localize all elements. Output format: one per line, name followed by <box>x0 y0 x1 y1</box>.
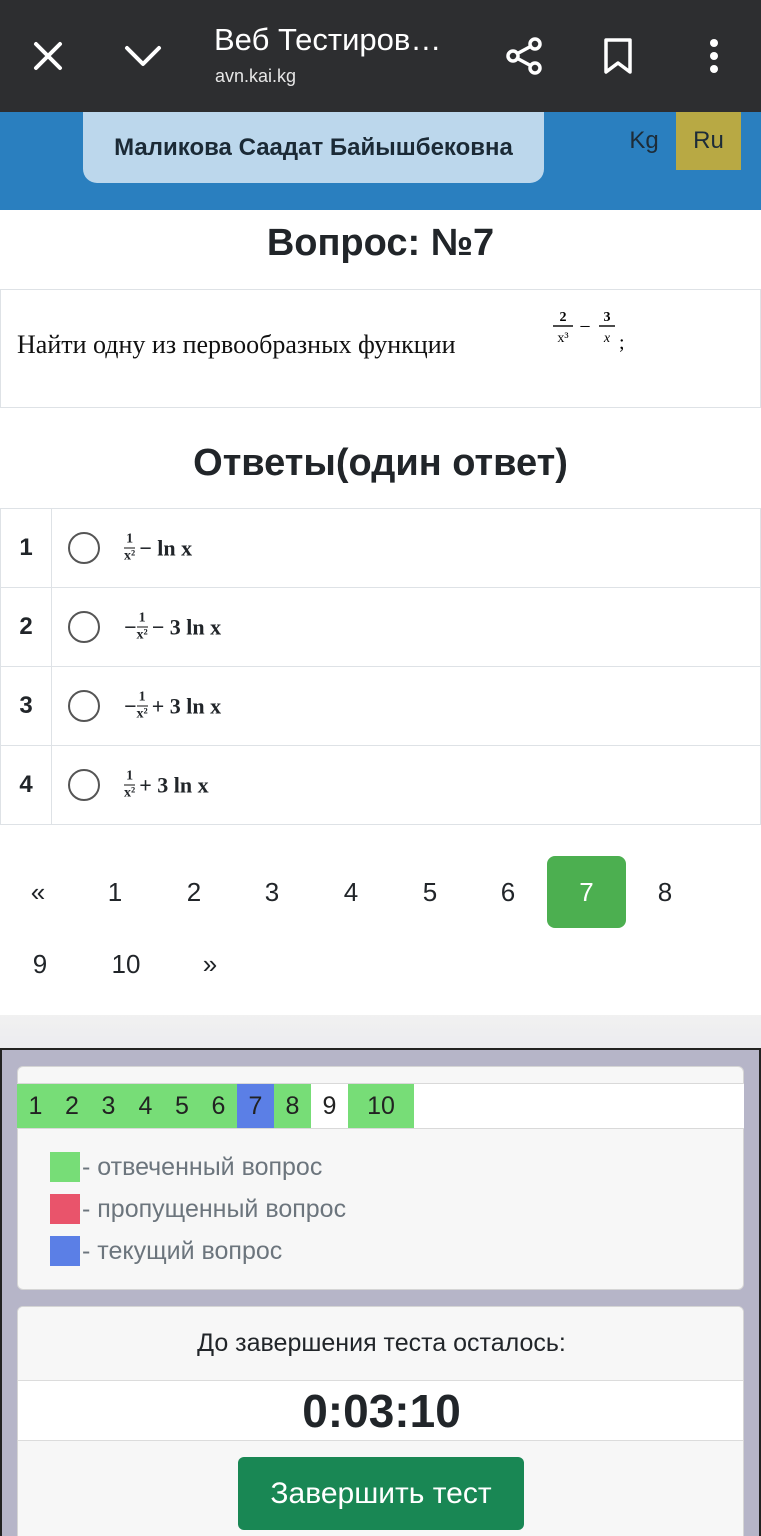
pagination-page[interactable]: 4 <box>321 856 381 928</box>
user-name: Маликова Саадат Байышбековна <box>83 112 544 183</box>
pagination-page[interactable]: 1 <box>85 856 145 928</box>
more-vert-icon[interactable] <box>686 28 742 84</box>
bookmark-icon[interactable] <box>590 28 646 84</box>
question-nav-item[interactable]: 5 <box>164 1084 200 1128</box>
fraction-denominator: x² <box>124 548 136 564</box>
close-icon[interactable] <box>20 28 76 84</box>
legend-skipped: - пропущенный вопрос <box>50 1194 346 1224</box>
page-title: Веб Тестиров… <box>214 22 442 57</box>
answer-number: 3 <box>0 666 52 746</box>
formula-t2-den: x <box>603 331 611 346</box>
question-nav-item[interactable]: 8 <box>274 1084 311 1128</box>
answers-table: 1 1 x² − ln x 2−1 x² − 3 ln x 3−1 x² + 3 ln x 4 1 x²… <box>0 508 761 825</box>
lang-kg-button[interactable]: Kg <box>616 112 672 170</box>
answer-fraction: 1 x² <box>136 610 148 643</box>
share-icon[interactable] <box>496 28 552 84</box>
answer-rest: − 3 ln x <box>151 614 222 639</box>
answer-option[interactable]: 1 x² + 3 ln x <box>51 745 761 825</box>
question-nav-item[interactable]: 6 <box>200 1084 237 1128</box>
legend-current-label: - текущий вопрос <box>82 1236 283 1265</box>
timer-label: До завершения теста осталось: <box>18 1307 743 1381</box>
pagination-page[interactable]: 5 <box>400 856 460 928</box>
question-nav-item[interactable]: 9 <box>311 1084 348 1128</box>
page-url: avn.kai.kg <box>215 66 297 86</box>
question-text: Найти одну из первообразных функции <box>17 330 456 359</box>
answer-number: 1 <box>0 508 52 588</box>
answer-formula: 1 x² − ln x <box>124 531 193 564</box>
pagination-page[interactable]: 10 <box>96 928 156 1000</box>
answer-rest: + 3 ln x <box>139 772 209 797</box>
answer-formula: −1 x² + 3 ln x <box>124 689 222 722</box>
question-nav-item[interactable]: 7 <box>237 1084 274 1128</box>
legend-answered: - отвеченный вопрос <box>50 1152 322 1182</box>
pagination-page[interactable]: 9 <box>10 928 70 1000</box>
answer-number: 4 <box>0 745 52 825</box>
answer-rest: + 3 ln x <box>151 693 222 718</box>
question-nav-item[interactable]: 4 <box>127 1084 164 1128</box>
answer-option[interactable]: −1 x² + 3 ln x <box>51 666 761 746</box>
timer-card: До завершения теста осталось: 0:03:10 За… <box>17 1306 744 1536</box>
answer-number: 2 <box>0 587 52 667</box>
question-formula: 2 x³ − 3 x ; <box>549 305 639 365</box>
legend-current: - текущий вопрос <box>50 1236 282 1266</box>
answer-formula: −1 x² − 3 ln x <box>124 610 222 643</box>
fraction-numerator: 1 <box>124 531 136 549</box>
answer-radio[interactable] <box>68 769 100 801</box>
answer-rest: − ln x <box>139 535 193 560</box>
answer-formula: 1 x² + 3 ln x <box>124 768 209 801</box>
answer-fraction: 1 x² <box>124 768 136 801</box>
fraction-denominator: x² <box>124 785 136 801</box>
question-nav-item[interactable]: 2 <box>54 1084 90 1128</box>
chevron-down-icon[interactable] <box>115 28 171 84</box>
formula-t1-num: 2 <box>560 310 567 325</box>
question-nav-item[interactable]: 10 <box>348 1084 414 1128</box>
answer-radio[interactable] <box>68 690 100 722</box>
legend-answered-swatch <box>50 1152 80 1182</box>
pagination-page[interactable]: 3 <box>242 856 302 928</box>
answer-option[interactable]: 1 x² − ln x <box>51 508 761 588</box>
timer-value: 0:03:10 <box>18 1381 743 1441</box>
legend-answered-label: - отвеченный вопрос <box>82 1152 323 1181</box>
formula-tail: ; <box>619 332 625 354</box>
question-nav-strip: 1 2 3 4 5 6 7 8 9 10 <box>17 1083 744 1129</box>
fraction-denominator: x² <box>136 706 148 722</box>
answer-sign: − <box>124 614 137 639</box>
lang-ru-button[interactable]: Ru <box>676 112 741 170</box>
legend-skipped-label: - пропущенный вопрос <box>82 1194 347 1223</box>
answer-row[interactable]: 1 1 x² − ln x <box>0 508 761 588</box>
pagination-page[interactable]: 6 <box>478 856 538 928</box>
legend-skipped-swatch <box>50 1194 80 1224</box>
fraction-denominator: x² <box>136 627 148 643</box>
answer-fraction: 1 x² <box>136 689 148 722</box>
answer-row[interactable]: 3 −1 x² + 3 ln x <box>0 666 761 746</box>
answer-fraction: 1 x² <box>124 531 136 564</box>
formula-op: − <box>579 316 590 338</box>
pagination-page[interactable]: 8 <box>635 856 695 928</box>
question-box: Найти одну из первообразных функции 2 x³… <box>0 289 761 408</box>
legend-current-swatch <box>50 1236 80 1266</box>
answer-option[interactable]: −1 x² − 3 ln x <box>51 587 761 667</box>
question-nav-item[interactable]: 1 <box>17 1084 54 1128</box>
fraction-numerator: 1 <box>124 768 136 786</box>
formula-t2-num: 3 <box>604 310 611 325</box>
pagination-prev[interactable]: « <box>8 856 68 928</box>
pagination-page[interactable]: 7 <box>547 856 626 928</box>
answers-heading: Ответы(один ответ) <box>193 442 568 484</box>
pagination-page[interactable]: 2 <box>164 856 224 928</box>
browser-toolbar: Веб Тестиров… avn.kai.kg <box>0 0 761 112</box>
question-heading: Вопрос: №7 <box>266 222 495 264</box>
pagination-next[interactable]: » <box>180 928 240 1000</box>
fraction-numerator: 1 <box>136 689 148 707</box>
answer-row[interactable]: 4 1 x² + 3 ln x <box>0 745 761 825</box>
timer-footer: Завершить тест <box>18 1441 743 1536</box>
question-nav-item[interactable]: 3 <box>90 1084 127 1128</box>
answer-radio[interactable] <box>68 611 100 643</box>
answer-sign: − <box>124 693 137 718</box>
fraction-numerator: 1 <box>136 610 148 628</box>
formula-t1-den: x³ <box>557 331 568 346</box>
answer-row[interactable]: 2 −1 x² − 3 ln x <box>0 587 761 667</box>
finish-test-button[interactable]: Завершить тест <box>238 1457 524 1530</box>
answer-radio[interactable] <box>68 532 100 564</box>
